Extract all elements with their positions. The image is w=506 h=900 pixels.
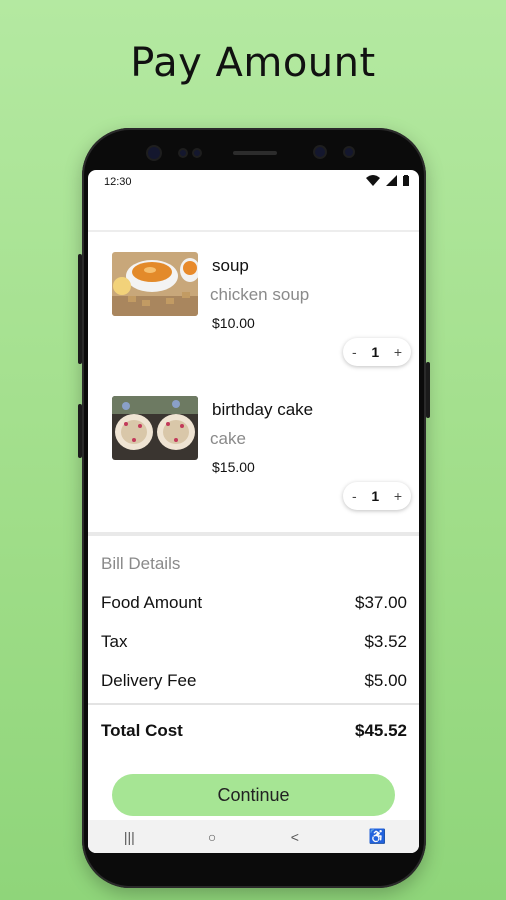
bill-label: Delivery Fee	[101, 671, 197, 690]
bill-row-tax: Tax $3.52	[101, 632, 407, 652]
front-camera-icon	[148, 147, 160, 159]
back-icon[interactable]: <	[275, 829, 315, 845]
total-divider	[88, 703, 419, 705]
quantity-stepper: - 1 +	[343, 338, 411, 366]
bill-row-delivery-fee: Delivery Fee $5.00	[101, 671, 407, 691]
iris-camera-icon	[315, 147, 325, 157]
decrease-quantity-button[interactable]: -	[352, 344, 357, 360]
decrease-quantity-button[interactable]: -	[352, 488, 357, 504]
quantity-stepper: - 1 +	[343, 482, 411, 510]
cake-thumbnail	[112, 396, 198, 460]
section-divider	[88, 532, 419, 536]
sensor-icon	[180, 150, 186, 156]
increase-quantity-button[interactable]: +	[394, 488, 402, 504]
bill-value: $3.52	[364, 632, 407, 651]
recents-icon[interactable]: |||	[109, 829, 149, 845]
bill-details-title: Bill Details	[101, 554, 181, 573]
item-category: cake	[210, 429, 246, 448]
total-cost-row: Total Cost $45.52	[101, 721, 407, 741]
quantity-value: 1	[371, 488, 380, 504]
item-category: chicken soup	[210, 285, 310, 304]
phone-speaker	[233, 151, 277, 155]
app-screen: 12:30 soup chicken soup $10.00 - 1 + bir…	[88, 170, 419, 853]
item-name: soup	[212, 256, 249, 275]
accessibility-icon[interactable]: ♿	[358, 828, 398, 845]
headline: Pay Amount	[130, 40, 376, 86]
increase-quantity-button[interactable]: +	[394, 344, 402, 360]
quantity-value: 1	[371, 344, 380, 360]
phone-volume-button	[78, 254, 82, 364]
continue-button[interactable]: Continue	[112, 774, 395, 816]
item-price: $10.00	[212, 315, 255, 331]
bill-value: $5.00	[364, 671, 407, 690]
home-icon[interactable]: ○	[192, 829, 232, 845]
item-price: $15.00	[212, 459, 255, 475]
system-nav-bar: ||| ○ < ♿	[88, 820, 419, 853]
total-label: Total Cost	[101, 721, 183, 740]
wifi-icon	[366, 175, 380, 186]
sensor-icon	[194, 150, 200, 156]
battery-icon	[403, 175, 409, 186]
status-bar: 12:30	[88, 170, 419, 194]
bill-label: Food Amount	[101, 593, 203, 612]
cart-item: soup chicken soup $10.00 - 1 +	[88, 252, 419, 387]
status-time: 12:30	[104, 176, 132, 188]
item-name: birthday cake	[212, 400, 314, 419]
bill-label: Tax	[101, 632, 128, 651]
soup-thumbnail	[112, 252, 198, 316]
bill-value: $37.00	[355, 593, 407, 612]
cart-item: birthday cake cake $15.00 - 1 +	[88, 396, 419, 531]
bill-row-food-amount: Food Amount $37.00	[101, 593, 407, 613]
iris-sensor-icon	[345, 148, 353, 156]
signal-icon	[386, 175, 397, 186]
phone-bixby-button	[78, 404, 82, 458]
header-divider	[88, 230, 419, 232]
total-value: $45.52	[355, 721, 407, 740]
phone-frame: 12:30 soup chicken soup $10.00 - 1 + bir…	[78, 128, 430, 888]
phone-power-button	[426, 362, 430, 418]
